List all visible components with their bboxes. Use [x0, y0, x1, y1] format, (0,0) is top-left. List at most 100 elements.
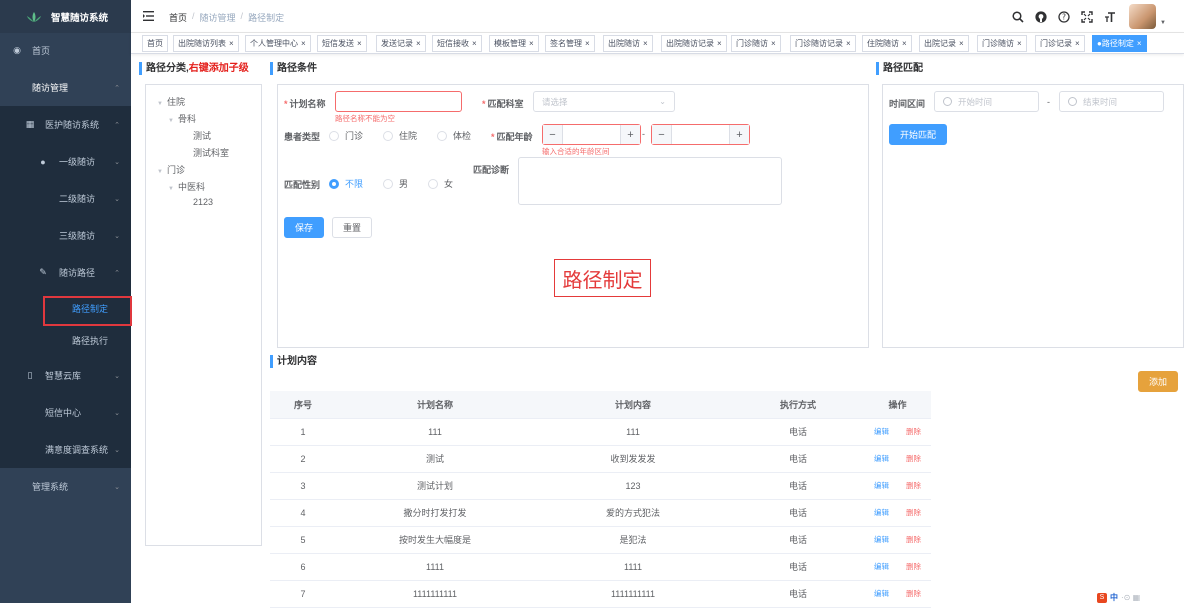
sidebar-item-cloud-library[interactable]: ▯ 智慧云库 ⌄: [0, 357, 131, 394]
github-icon[interactable]: [1035, 10, 1047, 23]
gender-male-radio[interactable]: 男: [383, 177, 408, 190]
tab-personal-center[interactable]: 个人管理中心 ×: [245, 35, 311, 52]
sidebar-item-level3[interactable]: 三级随访 ⌄: [0, 217, 131, 254]
search-icon[interactable]: [1012, 10, 1024, 23]
close-icon[interactable]: ×: [1137, 39, 1142, 48]
close-icon[interactable]: ×: [229, 39, 234, 48]
delete-link[interactable]: 删除: [906, 535, 921, 544]
caret-down-icon[interactable]: ▼: [1160, 20, 1166, 26]
sidebar-item-admin[interactable]: 管理系统 ⌄: [0, 468, 131, 505]
delete-link[interactable]: 删除: [906, 589, 921, 598]
tree-node[interactable]: 测试: [193, 129, 211, 142]
edit-link[interactable]: 编辑: [874, 454, 889, 463]
tab-sms-send[interactable]: 短信发送 ×: [317, 35, 367, 52]
tab-discharge-records[interactable]: 出院随访记录 ×: [661, 35, 727, 52]
sidebar-item-level1[interactable]: ● 一级随访 ⌄: [0, 143, 131, 180]
close-icon[interactable]: ×: [301, 39, 306, 48]
tab-discharge-list[interactable]: 出院随访列表 ×: [173, 35, 239, 52]
sidebar-item-sms-center[interactable]: 短信中心 ⌄: [0, 394, 131, 431]
sidebar-item-home[interactable]: ◉ 首页: [0, 32, 131, 69]
plus-icon[interactable]: +: [620, 125, 640, 144]
logo[interactable]: 智慧随访系统: [0, 0, 131, 33]
hamburger-icon[interactable]: [143, 10, 155, 22]
tab-sms-receive[interactable]: 短信接收 ×: [432, 35, 482, 52]
close-icon[interactable]: ×: [643, 39, 648, 48]
avatar[interactable]: [1129, 4, 1157, 29]
sidebar-item-medical-followup[interactable]: ▦ 医护随访系统 ⌃: [0, 106, 131, 143]
tab-outpatient-followup-2[interactable]: 门诊随访 ×: [977, 35, 1027, 52]
tree-node[interactable]: ▼ 中医科: [168, 180, 205, 193]
edit-link[interactable]: 编辑: [874, 481, 889, 490]
close-icon[interactable]: ×: [1017, 39, 1022, 48]
delete-link[interactable]: 删除: [906, 454, 921, 463]
tree-node[interactable]: ▼ 骨科: [168, 112, 196, 125]
patient-type-inpatient-radio[interactable]: 住院: [383, 129, 417, 142]
diagnosis-textarea[interactable]: [518, 157, 782, 205]
dept-label: * 匹配科室: [482, 99, 524, 109]
delete-link[interactable]: 删除: [906, 562, 921, 571]
close-icon[interactable]: ×: [902, 39, 907, 48]
tab-outpatient-log[interactable]: 门诊记录 ×: [1035, 35, 1085, 52]
tab-signature-mgmt[interactable]: 签名管理 ×: [545, 35, 595, 52]
breadcrumb-home[interactable]: 首页: [169, 11, 187, 24]
tree-node[interactable]: 测试科室: [193, 146, 229, 159]
dept-select[interactable]: 请选择 ⌄: [533, 91, 675, 112]
fullscreen-icon[interactable]: [1081, 10, 1093, 23]
close-icon[interactable]: ×: [717, 39, 722, 48]
sidebar-item-followup-mgmt[interactable]: 随访管理 ⌃: [0, 69, 131, 106]
start-match-button[interactable]: 开始匹配: [889, 124, 947, 145]
close-icon[interactable]: ×: [472, 39, 477, 48]
age-max-stepper[interactable]: − +: [651, 124, 750, 145]
minus-icon[interactable]: −: [652, 125, 672, 144]
patient-type-checkup-radio[interactable]: 体检: [437, 129, 471, 142]
delete-link[interactable]: 删除: [906, 508, 921, 517]
delete-link[interactable]: 删除: [906, 481, 921, 490]
sidebar-item-level2[interactable]: 二级随访 ⌄: [0, 180, 131, 217]
close-icon[interactable]: ×: [416, 39, 421, 48]
tab-outpatient-followup[interactable]: 门诊随访 ×: [731, 35, 781, 52]
sidebar-item-satisfaction[interactable]: 满意度调查系统 ⌄: [0, 431, 131, 468]
tab-inpatient-followup[interactable]: 住院随访 ×: [862, 35, 912, 52]
plus-icon[interactable]: +: [729, 125, 749, 144]
close-icon[interactable]: ×: [771, 39, 776, 48]
age-min-stepper[interactable]: − +: [542, 124, 641, 145]
plan-name-input[interactable]: [335, 91, 462, 112]
close-icon[interactable]: ×: [529, 39, 534, 48]
close-icon[interactable]: ×: [357, 39, 362, 48]
tab-outpatient-records[interactable]: 门诊随访记录 ×: [790, 35, 856, 52]
start-date-picker[interactable]: 开始时间: [934, 91, 1039, 112]
gender-female-radio[interactable]: 女: [428, 177, 453, 190]
tab-discharge-log[interactable]: 出院记录 ×: [919, 35, 969, 52]
font-size-icon[interactable]: [1104, 11, 1116, 23]
close-icon[interactable]: ×: [846, 39, 851, 48]
tab-path-define[interactable]: ●路径制定 ×: [1092, 35, 1147, 52]
edit-link[interactable]: 编辑: [874, 589, 889, 598]
patient-type-outpatient-radio[interactable]: 门诊: [329, 129, 363, 142]
edit-link[interactable]: 编辑: [874, 427, 889, 436]
edit-link[interactable]: 编辑: [874, 562, 889, 571]
tab-discharge-followup[interactable]: 出院随访 ×: [603, 35, 653, 52]
sidebar-item-path-execute[interactable]: 路径执行: [0, 322, 131, 359]
reset-button[interactable]: 重置: [332, 217, 372, 238]
minus-icon[interactable]: −: [543, 125, 563, 144]
ime-status-badge[interactable]: S 中 ·⊙ ▦: [1097, 592, 1140, 603]
tab-send-records[interactable]: 发送记录 ×: [376, 35, 426, 52]
save-button[interactable]: 保存: [284, 217, 324, 238]
add-button[interactable]: 添加: [1138, 371, 1178, 392]
tree-node[interactable]: ▼ 门诊: [157, 163, 185, 176]
edit-link[interactable]: 编辑: [874, 508, 889, 517]
delete-link[interactable]: 删除: [906, 427, 921, 436]
close-icon[interactable]: ×: [585, 39, 590, 48]
help-icon[interactable]: ?: [1058, 10, 1070, 23]
gender-any-radio[interactable]: 不限: [329, 177, 363, 190]
edit-link[interactable]: 编辑: [874, 535, 889, 544]
sidebar-item-followup-path[interactable]: ✎ 随访路径 ⌃: [0, 254, 131, 291]
tab-home[interactable]: 首页: [142, 35, 168, 52]
close-icon[interactable]: ×: [959, 39, 964, 48]
end-date-picker[interactable]: 结束时间: [1059, 91, 1164, 112]
close-icon[interactable]: ×: [1075, 39, 1080, 48]
tree-node[interactable]: 2123: [193, 197, 213, 207]
tab-template-mgmt[interactable]: 模板管理 ×: [489, 35, 539, 52]
tree-node[interactable]: ▼ 住院: [157, 95, 185, 108]
breadcrumb-level1[interactable]: 随访管理: [200, 11, 236, 24]
